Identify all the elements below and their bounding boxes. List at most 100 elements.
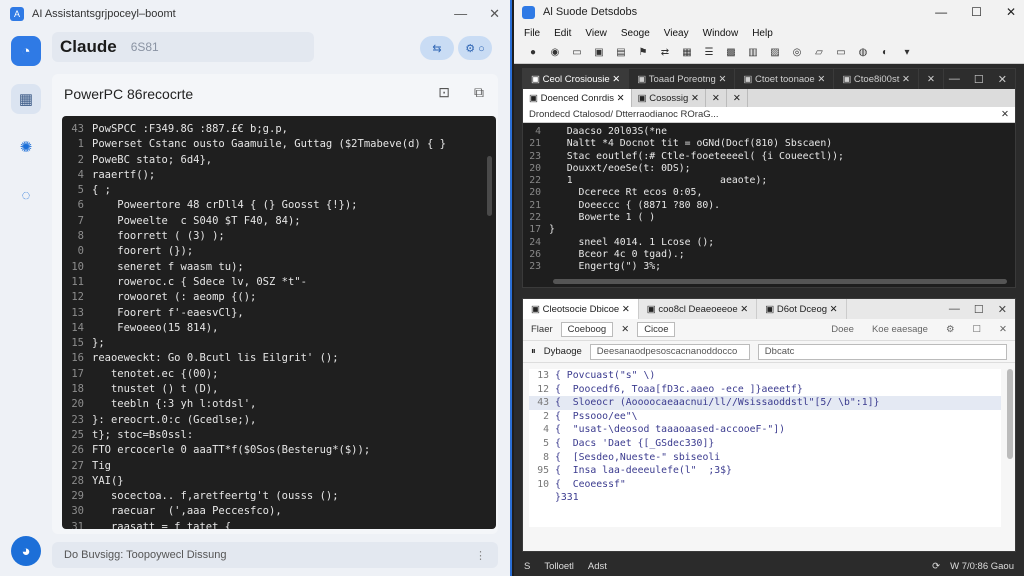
settings-icon[interactable]: ⚙: [946, 324, 955, 335]
debug-filter-input[interactable]: Dbcatc: [757, 343, 1007, 360]
chat-header: Claude 6S81: [52, 32, 314, 62]
minimize-icon[interactable]: —: [454, 6, 467, 22]
debug-tab-close[interactable]: ✕: [621, 324, 629, 335]
save-icon[interactable]: ▣: [592, 47, 606, 58]
line-text: Engertg(") 3%;: [549, 261, 662, 273]
menu-file[interactable]: File: [524, 28, 540, 39]
stop-icon[interactable]: ▨: [768, 47, 782, 58]
close-icon[interactable]: ✕: [999, 324, 1007, 335]
menu-help[interactable]: Help: [752, 28, 773, 39]
brain-icon[interactable]: ✺: [11, 132, 41, 162]
line-text: Doeeccc { (8871 ?80 80).: [549, 199, 721, 211]
bookmark-icon[interactable]: ⚑: [636, 47, 650, 58]
code-block[interactable]: 43 PowSPCC :F349.8G :887.£€ b;g.p, 1 Powers…: [62, 116, 496, 529]
debug-message-label[interactable]: Koe eaesage: [872, 324, 928, 335]
editor-code[interactable]: 4 Daacso 20l03S(*ne 21 Naltt *4 Docnot ti…: [523, 123, 1015, 274]
editor-subtab-3[interactable]: ✕: [706, 89, 727, 107]
editor-tab-3[interactable]: ▣ Ctoet toonaoe ✕: [735, 69, 835, 89]
claude-logo-icon[interactable]: ◔: [11, 36, 41, 66]
debug-tab-3[interactable]: Cicoe: [637, 322, 676, 337]
profile-icon[interactable]: ◕: [11, 536, 41, 566]
minimize-icon[interactable]: —: [949, 73, 960, 86]
line-number: 23: [71, 413, 84, 426]
open-icon[interactable]: ▤: [614, 47, 628, 58]
help-icon[interactable]: ◍: [856, 47, 870, 58]
debug-icon[interactable]: ◉: [548, 47, 562, 58]
line-number: 43: [537, 397, 549, 409]
line-number: 26: [529, 248, 541, 260]
debug-vscroll[interactable]: [1007, 369, 1013, 459]
editor-tab-1[interactable]: ▣ Ceol Crosiousie ✕: [523, 69, 630, 89]
line-text: Dcerece Rt ecos 0:05,: [549, 187, 703, 199]
globe-icon[interactable]: ◐: [878, 47, 892, 58]
share-icon[interactable]: ⇆: [420, 36, 454, 60]
close-path-icon[interactable]: ✕: [1001, 109, 1015, 120]
menu-view[interactable]: View: [585, 28, 607, 39]
more-options-icon[interactable]: ⋮: [475, 549, 486, 562]
code-scrollbar[interactable]: [487, 156, 492, 216]
minimize-icon[interactable]: —: [949, 303, 960, 316]
settings-icon[interactable]: ⚙ ○: [458, 36, 492, 60]
code-line: 30 raecuar (',aaa Peccesfco),: [62, 504, 496, 519]
line-number: 95: [537, 465, 549, 477]
code-line: 43 PowSPCC :F349.8G :887.£€ b;g.p,: [62, 122, 496, 137]
chat-history-icon[interactable]: ◌: [11, 180, 41, 210]
editor-tab-5[interactable]: ✕: [919, 69, 944, 89]
line-text: Stac eoutlef(:# Ctle-fooeteeeel( {i Coue…: [549, 150, 844, 162]
debug-path-input[interactable]: Deesanaodpesoscacnanoddocco: [589, 343, 750, 360]
menu-edit[interactable]: Edit: [554, 28, 571, 39]
editor-hscroll[interactable]: [553, 279, 1007, 284]
line-text: raecuar (',aaa Peccesfco),: [92, 505, 282, 518]
editor-subtab-4[interactable]: ✕: [727, 89, 748, 107]
debug-line: 12 { Poocedf6, Toaa[fD3c.aaeo -ece ]}aeee…: [529, 383, 1001, 397]
close-icon[interactable]: ✕: [1006, 5, 1016, 19]
run-icon[interactable]: ●: [526, 47, 540, 58]
restore-icon[interactable]: ☐: [973, 324, 982, 335]
dropdown-icon[interactable]: ▾: [900, 47, 914, 58]
sync-icon[interactable]: ⟳: [932, 561, 940, 572]
menu-seoge[interactable]: Seoge: [621, 28, 650, 39]
editor-subtab-2[interactable]: ▣ Cosossig ✕: [632, 89, 706, 107]
debug-pane-tab-2[interactable]: ▣ coo8cl Deaeoeeoe ✕: [639, 299, 758, 319]
menu-vieay[interactable]: Vieay: [664, 28, 689, 39]
layout-icon[interactable]: ▦: [11, 84, 41, 114]
line-text: Tig: [92, 459, 111, 472]
line-text: raasatt = f tatet {: [92, 520, 232, 529]
nav-icon[interactable]: ⇄: [658, 47, 672, 58]
expand-icon[interactable]: ⊡: [438, 84, 450, 101]
maximize-icon[interactable]: ☐: [971, 5, 982, 19]
copy-icon[interactable]: ⧉: [474, 84, 484, 101]
editor-tab-2[interactable]: ▣ Toaad Poreotng ✕: [629, 69, 736, 89]
maximize-icon[interactable]: ☐: [974, 303, 984, 316]
debug-pane-tab-3[interactable]: ▣ D6ot Dceog ✕: [757, 299, 847, 319]
code-line: 2 PoweBC stato; 6d4},: [62, 153, 496, 168]
minimize-icon[interactable]: —: [935, 5, 947, 19]
close-icon[interactable]: ✕: [489, 6, 500, 22]
debug-output[interactable]: 13 { Povcuast("s" \) 12 { Poocedf6, Toaa[fD…: [529, 369, 1001, 527]
folder-icon[interactable]: ▱: [812, 47, 826, 58]
line-number: 5: [543, 437, 549, 449]
close-icon[interactable]: ✕: [998, 73, 1007, 86]
editor-line: 22 Bowerte 1 ( ): [523, 212, 1015, 224]
close-icon[interactable]: ✕: [998, 303, 1007, 316]
debug-tab-2[interactable]: Coeboog: [560, 322, 614, 337]
line-number: 21: [529, 199, 541, 211]
terminal-icon[interactable]: ▭: [834, 47, 848, 58]
message-composer[interactable]: Do Buvsigg: Toopoywecl Dissung ⋮: [52, 542, 498, 568]
debug-pane-tab-1[interactable]: ▣ Cleotsocie Dbicoe ✕: [523, 299, 639, 319]
grid-icon[interactable]: ▦: [680, 47, 694, 58]
debug-tab-1[interactable]: Flaer: [531, 324, 553, 335]
step-icon[interactable]: ▥: [746, 47, 760, 58]
editor-subtab-1[interactable]: ▣ Doenced Conrdis ✕: [523, 89, 632, 107]
maximize-icon[interactable]: ☐: [974, 73, 984, 86]
new-file-icon[interactable]: ▭: [570, 47, 584, 58]
composer-placeholder: Do Buvsigg: Toopoywecl Dissung: [64, 549, 227, 561]
list-icon[interactable]: ☰: [702, 47, 716, 58]
record-icon[interactable]: ◎: [790, 47, 804, 58]
editor-tab-4[interactable]: ▣ Ctoe8i00st ✕: [834, 69, 919, 89]
build-icon[interactable]: ▩: [724, 47, 738, 58]
pause-icon[interactable]: ⏸: [531, 346, 536, 357]
line-text: { Povcuast("s" \): [555, 370, 656, 381]
menu-window[interactable]: Window: [703, 28, 739, 39]
code-line: 12 rowooret (: aeomp {();: [62, 290, 496, 305]
